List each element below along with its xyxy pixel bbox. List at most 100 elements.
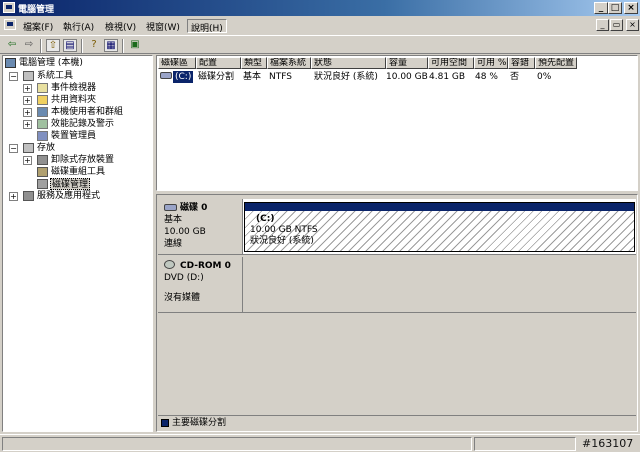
event-viewer-icon [37, 83, 48, 93]
device-manager-icon [37, 131, 48, 141]
legend-label: 主要磁碟分割 [172, 418, 227, 428]
tree-item-local-users[interactable]: 本機使用者和群組 [51, 106, 123, 118]
column-header-filesystem[interactable]: 檔案系統 [267, 57, 311, 69]
back-arrow-icon[interactable]: ⇦ [5, 39, 19, 52]
shared-folder-icon [37, 95, 48, 105]
toolbar-separator [122, 39, 124, 53]
show-hide-tree-icon[interactable]: ▤ [63, 39, 77, 52]
storage-icon [23, 143, 34, 153]
tree-item-root[interactable]: 電腦管理 (本機) [19, 57, 83, 69]
disk-type: 基本 [164, 215, 183, 225]
expander-plus-icon[interactable]: + [9, 192, 18, 201]
window-title: 電腦管理 [18, 5, 55, 15]
title-bar[interactable]: 電腦管理 _ □ × [0, 0, 640, 16]
up-folder-icon[interactable]: ⇧ [46, 39, 60, 52]
menu-view[interactable]: 檢視(V) [102, 19, 139, 33]
cell-free-percent: 48 % [475, 72, 498, 82]
partition-c[interactable]: (C:) 10.00 GB NTFS 狀況良好 (系統) [244, 202, 635, 252]
close-button[interactable]: × [624, 2, 638, 14]
cell-fault-tolerance: 否 [510, 72, 520, 82]
document-icon[interactable] [4, 19, 16, 30]
cdrom-type: DVD (D:) [164, 273, 204, 283]
column-header-free-space[interactable]: 可用空間 [428, 57, 474, 69]
disk-size: 10.00 GB [164, 227, 206, 237]
console-tree: 電腦管理 (本機) − 系統工具 + 事件檢視器 + 共用資料夾 + 本機使用者… [2, 55, 153, 432]
cdrom-name: CD-ROM 0 [180, 261, 231, 271]
menu-help[interactable]: 說明(H) [187, 19, 227, 34]
disk-name: 磁碟 0 [180, 203, 208, 213]
cdrom-0-label[interactable]: CD-ROM 0 DVD (D:) 沒有媒體 [158, 257, 243, 313]
volume-list: 磁碟區 配置 類型 檔案系統 狀態 容量 可用空間 可用 % 容錯 預先配置 (… [156, 55, 638, 191]
disk-management-icon [37, 179, 48, 189]
computer-icon [5, 58, 16, 68]
cell-status: 狀況良好 (系統) [314, 72, 378, 82]
column-header-type[interactable]: 類型 [241, 57, 267, 69]
column-header-layout[interactable]: 配置 [196, 57, 241, 69]
tree-item-removable-storage[interactable]: 卸除式存放裝置 [51, 154, 114, 166]
tree-item-services-apps[interactable]: 服務及應用程式 [37, 190, 100, 202]
column-header-volume[interactable]: 磁碟區 [158, 57, 196, 69]
expander-plus-icon[interactable]: + [23, 108, 32, 117]
performance-icon [37, 119, 48, 129]
users-icon [37, 107, 48, 117]
cdrom-status: 沒有媒體 [164, 293, 201, 303]
column-header-status[interactable]: 狀態 [311, 57, 386, 69]
partition-size-fs: 10.00 GB NTFS [250, 225, 318, 235]
cell-filesystem: NTFS [269, 72, 292, 82]
menu-bar: 檔案(F) 執行(A) 檢視(V) 視窗(W) 說明(H) [0, 17, 640, 34]
column-header-free-percent[interactable]: 可用 % [474, 57, 508, 69]
tree-item-perf-logs[interactable]: 效能記錄及警示 [51, 118, 114, 130]
child-restore-button[interactable]: ▭ [610, 19, 623, 31]
expander-plus-icon[interactable]: + [23, 120, 32, 129]
column-header-fault-tolerance[interactable]: 容錯 [508, 57, 535, 69]
maximize-button[interactable]: □ [608, 2, 622, 14]
expander-minus-icon[interactable]: − [9, 144, 18, 153]
tree-item-shared-folders[interactable]: 共用資料夾 [51, 94, 96, 106]
status-bar: #163107 [0, 434, 640, 452]
removable-storage-icon [37, 155, 48, 165]
menu-action[interactable]: 執行(A) [60, 19, 97, 33]
status-panel-main [2, 437, 472, 451]
properties-icon[interactable]: ? [87, 39, 101, 52]
menu-file[interactable]: 檔案(F) [20, 19, 56, 33]
legend-swatch [161, 419, 169, 427]
partition-info: (C:) 10.00 GB NTFS 狀況良好 (系統) [247, 213, 321, 248]
partition-status: 狀況良好 (系統) [250, 236, 314, 246]
cell-type: 基本 [243, 72, 262, 82]
expander-minus-icon[interactable]: − [9, 72, 18, 81]
tree-item-defrag[interactable]: 磁碟重組工具 [51, 166, 105, 178]
child-minimize-button[interactable]: _ [596, 19, 609, 31]
disk-layout-pane: 磁碟 0 基本 10.00 GB 連線 (C:) 10.00 GB NTFS 狀… [156, 194, 638, 432]
tree-item-system-tools[interactable]: 系統工具 [37, 70, 73, 82]
menu-window[interactable]: 視窗(W) [143, 19, 183, 33]
export-list-icon[interactable]: ▣ [128, 39, 142, 52]
defrag-icon [37, 167, 48, 177]
column-header-overhead[interactable]: 預先配置 [535, 57, 577, 69]
minimize-button[interactable]: _ [594, 2, 608, 14]
computer-management-icon [3, 2, 15, 13]
hard-disk-icon [164, 204, 177, 211]
legend-divider [158, 415, 636, 416]
cell-volume: (C:) [173, 71, 194, 83]
help-icon[interactable]: ▦ [104, 39, 118, 52]
disk-0-label[interactable]: 磁碟 0 基本 10.00 GB 連線 [158, 199, 243, 255]
tree-item-device-manager[interactable]: 裝置管理員 [51, 130, 96, 142]
primary-partition-bar [245, 203, 634, 211]
computer-management-window: 電腦管理 _ □ × 檔案(F) 執行(A) 檢視(V) 視窗(W) 說明(H)… [0, 0, 640, 452]
disk-status: 連線 [164, 239, 183, 249]
system-tools-icon [23, 71, 34, 81]
cdrom-icon [164, 260, 175, 269]
tree-item-storage[interactable]: 存放 [37, 142, 55, 154]
expander-plus-icon[interactable]: + [23, 84, 32, 93]
forward-arrow-icon[interactable]: ⇨ [22, 39, 36, 52]
column-header-capacity[interactable]: 容量 [386, 57, 428, 69]
toolbar-separator [40, 39, 42, 53]
child-close-button[interactable]: × [626, 19, 639, 31]
services-apps-icon [23, 191, 34, 201]
volume-drive-icon [160, 72, 172, 79]
tree-item-disk-management[interactable]: 磁碟管理 [50, 178, 91, 190]
expander-plus-icon[interactable]: + [23, 156, 32, 165]
expander-plus-icon[interactable]: + [23, 96, 32, 105]
tree-item-event-viewer[interactable]: 事件檢視器 [51, 82, 96, 94]
cell-layout: 磁碟分割 [198, 72, 235, 82]
